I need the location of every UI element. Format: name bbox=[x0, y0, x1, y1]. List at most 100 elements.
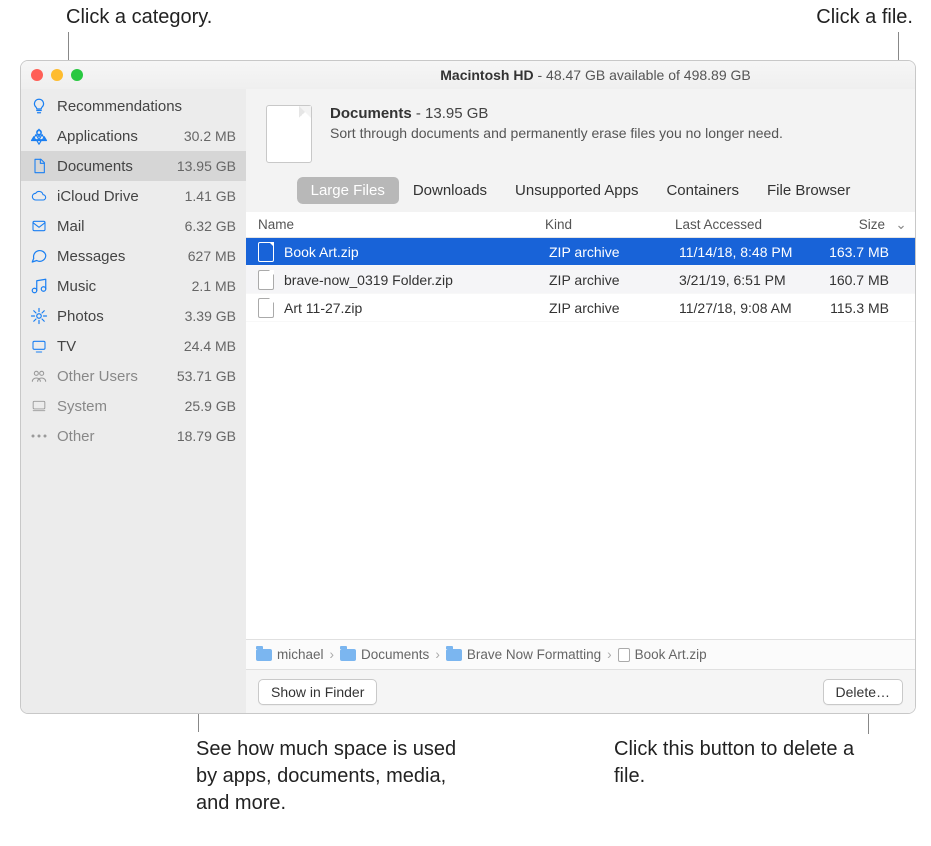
bulb-icon bbox=[29, 96, 49, 116]
file-icon bbox=[258, 242, 274, 262]
sidebar-item-label: Other Users bbox=[57, 368, 169, 385]
sidebar-item-music[interactable]: Music 2.1 MB bbox=[21, 271, 246, 301]
table-row[interactable]: brave-now_0319 Folder.zipZIP archive3/21… bbox=[246, 266, 915, 294]
file-size: 163.7 MB bbox=[813, 244, 895, 260]
photos-icon bbox=[29, 306, 49, 326]
doc-icon bbox=[29, 156, 49, 176]
tab-file-browser[interactable]: File Browser bbox=[753, 177, 864, 204]
sidebar-item-photos[interactable]: Photos 3.39 GB bbox=[21, 301, 246, 331]
main-content: Documents - 13.95 GB Sort through docume… bbox=[246, 89, 915, 713]
file-size: 115.3 MB bbox=[813, 300, 895, 316]
sidebar-item-size: 25.9 GB bbox=[185, 398, 236, 414]
file-list: Book Art.zipZIP archive11/14/18, 8:48 PM… bbox=[246, 238, 915, 639]
file-name: Art 11-27.zip bbox=[284, 300, 549, 316]
callout-file: Click a file. bbox=[816, 4, 913, 31]
music-icon bbox=[29, 276, 49, 296]
path-bar: michael › Documents › Brave Now Formatting › B… bbox=[246, 639, 915, 669]
sidebar-item-size: 30.2 MB bbox=[184, 128, 236, 144]
mail-icon bbox=[29, 216, 49, 236]
chevron-right-icon: › bbox=[607, 647, 612, 662]
msg-icon bbox=[29, 246, 49, 266]
sidebar-item-label: Messages bbox=[57, 248, 180, 265]
sidebar-item-size: 2.1 MB bbox=[192, 278, 236, 294]
sidebar-item-label: Music bbox=[57, 278, 184, 295]
sidebar-item-size: 627 MB bbox=[188, 248, 236, 264]
zoom-button[interactable] bbox=[71, 69, 83, 81]
sidebar-item-mail[interactable]: Mail 6.32 GB bbox=[21, 211, 246, 241]
file-icon bbox=[618, 648, 630, 662]
folder-icon bbox=[446, 649, 462, 661]
tab-large-files[interactable]: Large Files bbox=[297, 177, 399, 204]
tab-downloads[interactable]: Downloads bbox=[399, 177, 501, 204]
callout-category: Click a category. bbox=[66, 4, 212, 31]
file-kind: ZIP archive bbox=[549, 300, 679, 316]
chevron-right-icon: › bbox=[435, 647, 440, 662]
sidebar-item-system[interactable]: System 25.9 GB bbox=[21, 391, 246, 421]
sidebar-item-label: Applications bbox=[57, 128, 176, 145]
sidebar-item-size: 3.39 GB bbox=[185, 308, 236, 324]
minimize-button[interactable] bbox=[51, 69, 63, 81]
delete-button[interactable]: Delete… bbox=[823, 679, 903, 705]
sidebar-item-size: 1.41 GB bbox=[185, 188, 236, 204]
sidebar-item-other-users[interactable]: Other Users 53.71 GB bbox=[21, 361, 246, 391]
sidebar-item-size: 18.79 GB bbox=[177, 428, 236, 444]
column-size[interactable]: Size bbox=[809, 217, 891, 232]
file-icon bbox=[258, 298, 274, 318]
callout-space: See how much space is used by apps, docu… bbox=[196, 736, 476, 817]
table-row[interactable]: Book Art.zipZIP archive11/14/18, 8:48 PM… bbox=[246, 238, 915, 266]
file-kind: ZIP archive bbox=[549, 244, 679, 260]
path-segment[interactable]: Book Art.zip bbox=[618, 647, 707, 662]
tab-unsupported-apps[interactable]: Unsupported Apps bbox=[501, 177, 652, 204]
file-date: 11/27/18, 9:08 AM bbox=[679, 300, 813, 316]
table-header: Name Kind Last Accessed Size ⌄ bbox=[246, 212, 915, 238]
tab-containers[interactable]: Containers bbox=[652, 177, 753, 204]
chevron-down-icon[interactable]: ⌄ bbox=[891, 217, 911, 233]
sidebar-item-size: 6.32 GB bbox=[185, 218, 236, 234]
tab-bar: Large FilesDownloadsUnsupported AppsCont… bbox=[246, 177, 915, 204]
sidebar-item-recommendations[interactable]: Recommendations bbox=[21, 91, 246, 121]
sidebar-item-messages[interactable]: Messages 627 MB bbox=[21, 241, 246, 271]
path-segment[interactable]: michael bbox=[256, 647, 324, 662]
footer-bar: Show in Finder Delete… bbox=[246, 669, 915, 713]
sidebar-item-label: iCloud Drive bbox=[57, 188, 177, 205]
sidebar-item-documents[interactable]: Documents13.95 GB bbox=[21, 151, 246, 181]
file-date: 3/21/19, 6:51 PM bbox=[679, 272, 813, 288]
sidebar-item-size: 53.71 GB bbox=[177, 368, 236, 384]
cloud-icon bbox=[29, 186, 49, 206]
sidebar-item-label: Photos bbox=[57, 308, 177, 325]
callout-line bbox=[868, 712, 869, 734]
chevron-right-icon: › bbox=[330, 647, 335, 662]
sidebar: Recommendations Applications 30.2 MB Docume… bbox=[21, 89, 246, 713]
column-kind[interactable]: Kind bbox=[545, 217, 675, 232]
file-size: 160.7 MB bbox=[813, 272, 895, 288]
sidebar-item-label: Documents bbox=[57, 158, 169, 175]
sidebar-item-other[interactable]: Other18.79 GB bbox=[21, 421, 246, 451]
window-title: Macintosh HD - 48.47 GB available of 498… bbox=[276, 67, 915, 83]
show-in-finder-button[interactable]: Show in Finder bbox=[258, 679, 377, 705]
path-segment[interactable]: Brave Now Formatting bbox=[446, 647, 601, 662]
category-title-line: Documents - 13.95 GB bbox=[330, 105, 783, 122]
file-icon bbox=[258, 270, 274, 290]
window-controls bbox=[21, 69, 83, 81]
system-icon bbox=[29, 396, 49, 416]
sidebar-item-applications[interactable]: Applications 30.2 MB bbox=[21, 121, 246, 151]
table-row[interactable]: Art 11-27.zipZIP archive11/27/18, 9:08 A… bbox=[246, 294, 915, 322]
sidebar-item-label: TV bbox=[57, 338, 176, 355]
folder-icon bbox=[256, 649, 272, 661]
tv-icon bbox=[29, 336, 49, 356]
sidebar-item-size: 24.4 MB bbox=[184, 338, 236, 354]
file-date: 11/14/18, 8:48 PM bbox=[679, 244, 813, 260]
sidebar-item-label: System bbox=[57, 398, 177, 415]
sidebar-item-label: Recommendations bbox=[57, 98, 228, 115]
titlebar: Macintosh HD - 48.47 GB available of 498… bbox=[21, 61, 915, 89]
column-name[interactable]: Name bbox=[246, 217, 545, 232]
close-button[interactable] bbox=[31, 69, 43, 81]
sidebar-item-label: Mail bbox=[57, 218, 177, 235]
path-segment[interactable]: Documents bbox=[340, 647, 429, 662]
sidebar-item-icloud-drive[interactable]: iCloud Drive 1.41 GB bbox=[21, 181, 246, 211]
callout-delete: Click this button to delete a file. bbox=[614, 736, 874, 790]
column-last-accessed[interactable]: Last Accessed bbox=[675, 217, 809, 232]
sidebar-item-tv[interactable]: TV 24.4 MB bbox=[21, 331, 246, 361]
apps-icon bbox=[29, 126, 49, 146]
file-kind: ZIP archive bbox=[549, 272, 679, 288]
